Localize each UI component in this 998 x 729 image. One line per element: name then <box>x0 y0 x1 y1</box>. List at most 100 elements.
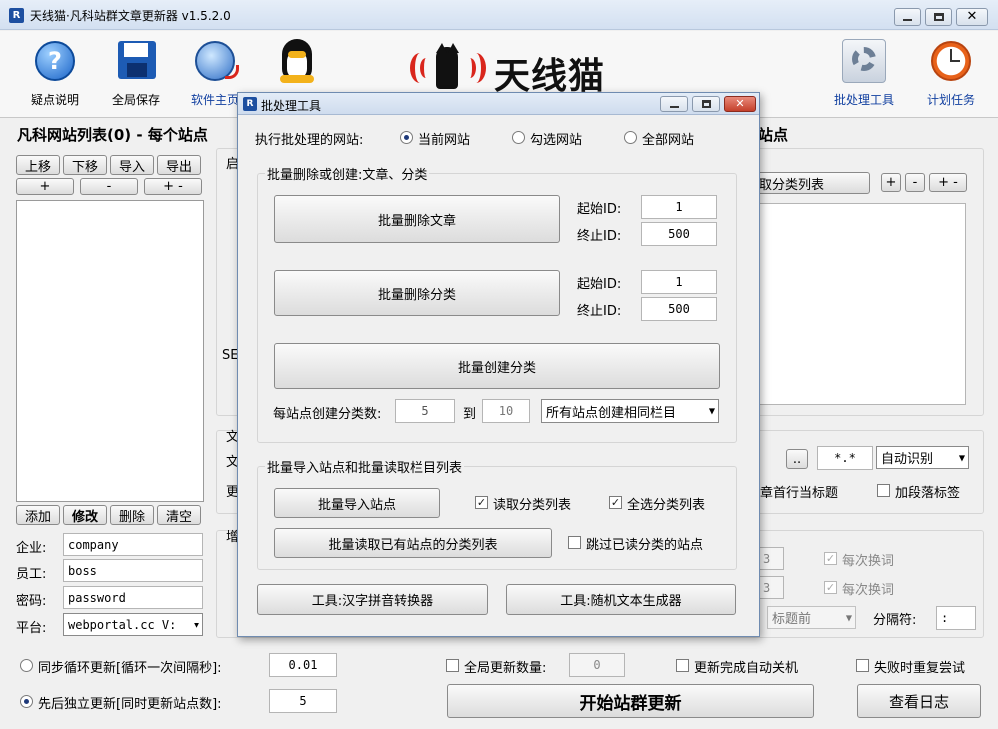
batch-delete-create-title: 批量删除或创建:文章、分类 <box>265 164 430 183</box>
category-toggle-button[interactable]: + - <box>929 173 967 192</box>
read-category-list-checkbox[interactable]: ✓ <box>475 496 488 509</box>
start-update-button[interactable]: 开始站群更新 <box>447 684 814 718</box>
skip-read-sites-checkbox[interactable] <box>568 536 581 549</box>
export-button[interactable]: 导出 <box>157 155 201 175</box>
move-down-button[interactable]: 下移 <box>63 155 107 175</box>
batch-tool[interactable]: 批处理工具 <box>830 37 898 108</box>
browse-button[interactable]: .. <box>786 449 808 469</box>
replace-each-label-1: 每次换词 <box>842 554 895 569</box>
retry-checkbox[interactable] <box>856 659 869 672</box>
window-title: 天线猫·凡科站群文章更新器 v1.5.2.0 <box>30 9 231 23</box>
collapse-button[interactable]: - <box>80 178 138 195</box>
import-sites-button[interactable]: 批量导入站点 <box>274 488 440 518</box>
read-category-list-label: 读取分类列表 <box>493 498 572 513</box>
read-existing-categories-button[interactable]: 批量读取已有站点的分类列表 <box>274 528 552 558</box>
paragraph-tag-label: 加段落标签 <box>895 486 961 501</box>
batch-dialog: R 批处理工具 ✕ 执行批处理的网站: 当前网站 勾选网站 全部网站 批量删除或… <box>237 92 760 637</box>
select-all-categories-label: 全选分类列表 <box>627 498 706 513</box>
toggle-button[interactable]: + - <box>144 178 202 195</box>
category-start-id-label: 起始ID: <box>577 277 622 292</box>
site-list[interactable] <box>16 200 204 502</box>
creation-mode-select[interactable]: 所有站点创建相同栏目 ▼ <box>541 399 719 423</box>
title-position-select[interactable]: 标题前 ▼ <box>767 606 856 629</box>
global-count-label: 全局更新数量: <box>464 661 547 676</box>
help-tool[interactable]: ? 疑点说明 <box>22 37 88 108</box>
import-button[interactable]: 导入 <box>110 155 154 175</box>
retry-label: 失败时重复尝试 <box>874 661 966 676</box>
delete-site-button[interactable]: 删除 <box>110 505 154 525</box>
select-all-categories-checkbox[interactable]: ✓ <box>609 496 622 509</box>
main-titlebar: R 天线猫·凡科站群文章更新器 v1.5.2.0 ✕ <box>0 0 998 30</box>
replace-count-input-1[interactable]: 3 <box>758 547 784 570</box>
chevron-down-icon: ▼ <box>708 406 715 416</box>
password-label: 密码: <box>16 594 47 609</box>
radio-checked-sites[interactable] <box>512 131 525 144</box>
view-log-button[interactable]: 查看日志 <box>857 684 981 718</box>
radio-all-sites[interactable] <box>624 131 637 144</box>
radio-current-site[interactable] <box>400 131 413 144</box>
radio-checked-sites-label: 勾选网站 <box>530 133 583 148</box>
save-tool[interactable]: 全局保存 <box>103 37 169 108</box>
sync-interval-input[interactable]: 0.01 <box>269 653 337 677</box>
category-start-id-input[interactable]: 1 <box>641 270 717 294</box>
per-site-min-input[interactable]: 5 <box>395 399 455 423</box>
random-text-generator-button[interactable]: 工具:随机文本生成器 <box>506 584 736 615</box>
staff-input[interactable]: boss <box>63 559 203 582</box>
replace-each-checkbox-2[interactable]: ✓ <box>824 581 837 594</box>
expand-button[interactable]: + <box>16 178 74 195</box>
async-mode-radio[interactable] <box>20 695 33 708</box>
dialog-titlebar: R 批处理工具 ✕ <box>238 93 759 115</box>
category-end-id-label: 终止ID: <box>577 304 622 319</box>
dialog-app-icon: R <box>243 97 257 111</box>
delete-categories-button[interactable]: 批量删除分类 <box>274 270 560 316</box>
qq-tool[interactable] <box>266 37 326 91</box>
encoding-select[interactable]: 自动识别 ▼ <box>876 446 969 469</box>
category-list[interactable] <box>742 203 966 405</box>
article-start-id-input[interactable]: 1 <box>641 195 717 219</box>
async-mode-label: 先后独立更新[同时更新站点数]: <box>38 697 222 712</box>
maximize-button[interactable] <box>925 8 952 26</box>
company-input[interactable]: company <box>63 533 203 556</box>
file-pattern-input[interactable]: *.* <box>817 446 873 470</box>
dialog-title: 批处理工具 <box>261 99 322 113</box>
category-end-id-input[interactable]: 500 <box>641 297 717 321</box>
separator-label: 分隔符: <box>873 613 917 628</box>
sync-mode-radio[interactable] <box>20 659 33 672</box>
replace-count-input-2[interactable]: 3 <box>758 576 784 599</box>
dialog-close-button[interactable]: ✕ <box>724 96 756 112</box>
move-up-button[interactable]: 上移 <box>16 155 60 175</box>
clear-sites-button[interactable]: 清空 <box>157 505 201 525</box>
skip-read-sites-label: 跳过已读分类的站点 <box>586 538 704 553</box>
global-count-input[interactable]: 0 <box>569 653 625 677</box>
delete-articles-button[interactable]: 批量删除文章 <box>274 195 560 243</box>
auto-shutdown-label: 更新完成自动关机 <box>694 661 799 676</box>
staff-label: 员工: <box>16 567 47 582</box>
edit-site-button[interactable]: 修改 <box>63 505 107 525</box>
dialog-minimize-button[interactable] <box>660 96 688 112</box>
category-minus-button[interactable]: - <box>905 173 925 192</box>
chevron-down-icon: ▼ <box>845 613 852 622</box>
pinyin-converter-button[interactable]: 工具:汉字拼音转换器 <box>257 584 488 615</box>
add-site-button[interactable]: 添加 <box>16 505 60 525</box>
paragraph-tag-checkbox[interactable] <box>877 484 890 497</box>
first-line-title-label: 章首行当标题 <box>760 486 839 501</box>
platform-select[interactable]: webportal.cc V: ▼ <box>63 613 203 636</box>
global-count-checkbox[interactable] <box>446 659 459 672</box>
concurrent-sites-input[interactable]: 5 <box>269 689 337 713</box>
radio-all-sites-label: 全部网站 <box>642 133 695 148</box>
category-plus-button[interactable]: + <box>881 173 901 192</box>
minimize-button[interactable] <box>894 8 921 26</box>
article-end-id-input[interactable]: 500 <box>641 222 717 246</box>
schedule-tool[interactable]: 计划任务 <box>918 37 984 108</box>
logo: 天线猫 <box>408 41 618 97</box>
per-site-max-input[interactable]: 10 <box>482 399 530 423</box>
create-categories-button[interactable]: 批量创建分类 <box>274 343 720 389</box>
dialog-maximize-button[interactable] <box>692 96 720 112</box>
password-input[interactable]: password <box>63 586 203 609</box>
close-button[interactable]: ✕ <box>956 8 988 26</box>
signal-cat-icon <box>408 41 486 97</box>
replace-each-checkbox-1[interactable]: ✓ <box>824 552 837 565</box>
replace-each-label-2: 每次换词 <box>842 583 895 598</box>
separator-input[interactable]: : <box>936 606 976 630</box>
auto-shutdown-checkbox[interactable] <box>676 659 689 672</box>
